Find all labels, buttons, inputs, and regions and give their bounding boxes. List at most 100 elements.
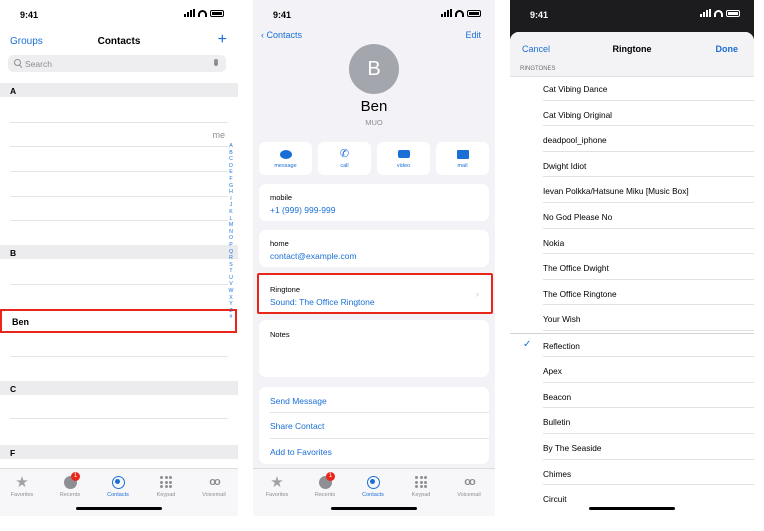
home-email-field[interactable]: home contact@example.com: [259, 230, 489, 267]
person-circle-icon: [111, 475, 125, 489]
home-indicator[interactable]: [331, 507, 417, 510]
message-action-button[interactable]: message: [259, 142, 312, 175]
ringtone-item[interactable]: Bulletin: [543, 417, 570, 427]
index-letter[interactable]: Y: [227, 301, 235, 308]
index-letter[interactable]: J: [227, 202, 235, 209]
ringtone-item[interactable]: The Office Dwight: [543, 263, 609, 273]
ringtone-item[interactable]: Cat Vibing Original: [543, 110, 612, 120]
index-letter[interactable]: R: [227, 255, 235, 262]
alphabet-index[interactable]: A B C D E F G H I J K L M N O P Q R S T U V W X Y Z #: [227, 143, 235, 321]
index-letter[interactable]: X: [227, 295, 235, 302]
status-bar: 9:41: [253, 0, 495, 26]
battery-icon: [210, 10, 224, 17]
index-letter[interactable]: #: [227, 314, 235, 321]
tab-contacts[interactable]: Contacts: [353, 474, 393, 498]
index-letter[interactable]: G: [227, 183, 235, 190]
mobile-field[interactable]: mobile +1 (999) 999-999: [259, 184, 489, 221]
index-letter[interactable]: T: [227, 268, 235, 275]
ringtone-item[interactable]: Apex: [543, 366, 562, 376]
ringtone-item[interactable]: Your Wish: [543, 314, 581, 324]
home-indicator[interactable]: [589, 507, 675, 510]
ringtone-item[interactable]: Cat Vibing Dance: [543, 84, 607, 94]
add-contact-button[interactable]: +: [218, 31, 227, 49]
tab-recents[interactable]: 1 Recents: [50, 472, 90, 498]
chevron-right-icon: ›: [476, 289, 479, 299]
tab-contacts[interactable]: Contacts: [98, 474, 138, 498]
phone-icon: ✆: [339, 147, 350, 160]
index-letter[interactable]: B: [227, 150, 235, 157]
page-title: Contacts: [97, 36, 141, 47]
index-letter[interactable]: L: [227, 216, 235, 223]
index-letter[interactable]: O: [227, 235, 235, 242]
contacts-nav-bar: Groups Contacts +: [0, 31, 238, 51]
avatar: B: [349, 44, 399, 94]
index-letter[interactable]: M: [227, 222, 235, 229]
index-letter[interactable]: U: [227, 275, 235, 282]
signal-icon: [700, 9, 711, 17]
ringtone-item[interactable]: Circuit: [543, 494, 567, 504]
send-message-link[interactable]: Send Message: [270, 396, 327, 406]
ringtone-item[interactable]: deadpool_iphone: [543, 135, 607, 145]
index-letter[interactable]: E: [227, 169, 235, 176]
index-letter[interactable]: C: [227, 156, 235, 163]
row-divider: [543, 176, 754, 178]
recents-badge: 1: [71, 472, 80, 481]
ringtone-item[interactable]: The Office Ringtone: [543, 289, 617, 299]
add-to-favorites-link[interactable]: Add to Favorites: [270, 447, 332, 457]
tab-recents[interactable]: 1 Recents: [305, 472, 345, 498]
index-letter[interactable]: Q: [227, 249, 235, 256]
tab-voicemail[interactable]: oo Voicemail: [194, 474, 234, 498]
tab-keypad[interactable]: Keypad: [401, 474, 441, 498]
mobile-value[interactable]: +1 (999) 999-999: [270, 205, 335, 215]
index-letter[interactable]: S: [227, 262, 235, 269]
ringtone-item[interactable]: Chimes: [543, 469, 571, 479]
ringtone-item[interactable]: Nokia: [543, 238, 564, 248]
home-label: home: [270, 239, 289, 248]
ringtone-item[interactable]: Reflection: [543, 341, 580, 351]
back-button[interactable]: ‹ Contacts: [261, 30, 302, 40]
index-letter[interactable]: W: [227, 288, 235, 295]
ringtone-row[interactable]: Ringtone Sound: The Office Ringtone ›: [257, 273, 493, 314]
tab-favorites[interactable]: ★ Favorites: [257, 474, 297, 499]
microphone-icon[interactable]: [214, 59, 218, 66]
notes-field[interactable]: Notes: [259, 320, 489, 377]
call-action-button[interactable]: ✆ call: [318, 142, 371, 175]
battery-icon: [467, 10, 481, 17]
index-letter[interactable]: N: [227, 229, 235, 236]
ringtone-item[interactable]: No God Please No: [543, 212, 612, 222]
ringtone-item[interactable]: Dwight Idiot: [543, 161, 586, 171]
search-input[interactable]: Search: [8, 55, 226, 72]
tab-keypad[interactable]: Keypad: [146, 474, 186, 498]
contact-actions-list: Send Message Share Contact Add to Favori…: [259, 387, 489, 464]
ringtone-item[interactable]: By The Seaside: [543, 443, 601, 453]
ringtone-item[interactable]: Beacon: [543, 392, 571, 402]
tab-voicemail[interactable]: oo Voicemail: [449, 474, 489, 498]
keypad-icon: [415, 476, 427, 488]
tab-favorites[interactable]: ★ Favorites: [2, 473, 42, 499]
index-letter[interactable]: I: [227, 196, 235, 203]
done-button[interactable]: Done: [716, 44, 739, 54]
star-icon: ★: [15, 473, 29, 491]
recents-badge: 1: [326, 472, 335, 481]
index-letter[interactable]: F: [227, 176, 235, 183]
contact-row-ben[interactable]: Ben: [0, 309, 237, 333]
share-contact-link[interactable]: Share Contact: [270, 421, 324, 431]
index-letter[interactable]: Z: [227, 308, 235, 315]
section-header-c: C: [0, 381, 238, 395]
video-action-button[interactable]: video: [377, 142, 430, 175]
edit-button[interactable]: Edit: [465, 30, 481, 40]
row-divider: [543, 458, 754, 460]
ringtone-item[interactable]: Ievan Polkka/Hatsune Miku [Music Box]: [543, 186, 689, 196]
index-letter[interactable]: A: [227, 143, 235, 150]
row-divider: [10, 284, 228, 285]
index-letter[interactable]: H: [227, 189, 235, 196]
mail-action-button[interactable]: mail: [436, 142, 489, 175]
home-indicator[interactable]: [76, 507, 162, 510]
index-letter[interactable]: D: [227, 163, 235, 170]
row-divider: [10, 122, 228, 123]
index-letter[interactable]: V: [227, 281, 235, 288]
battery-icon: [726, 10, 740, 17]
index-letter[interactable]: P: [227, 242, 235, 249]
index-letter[interactable]: K: [227, 209, 235, 216]
home-value[interactable]: contact@example.com: [270, 251, 357, 261]
